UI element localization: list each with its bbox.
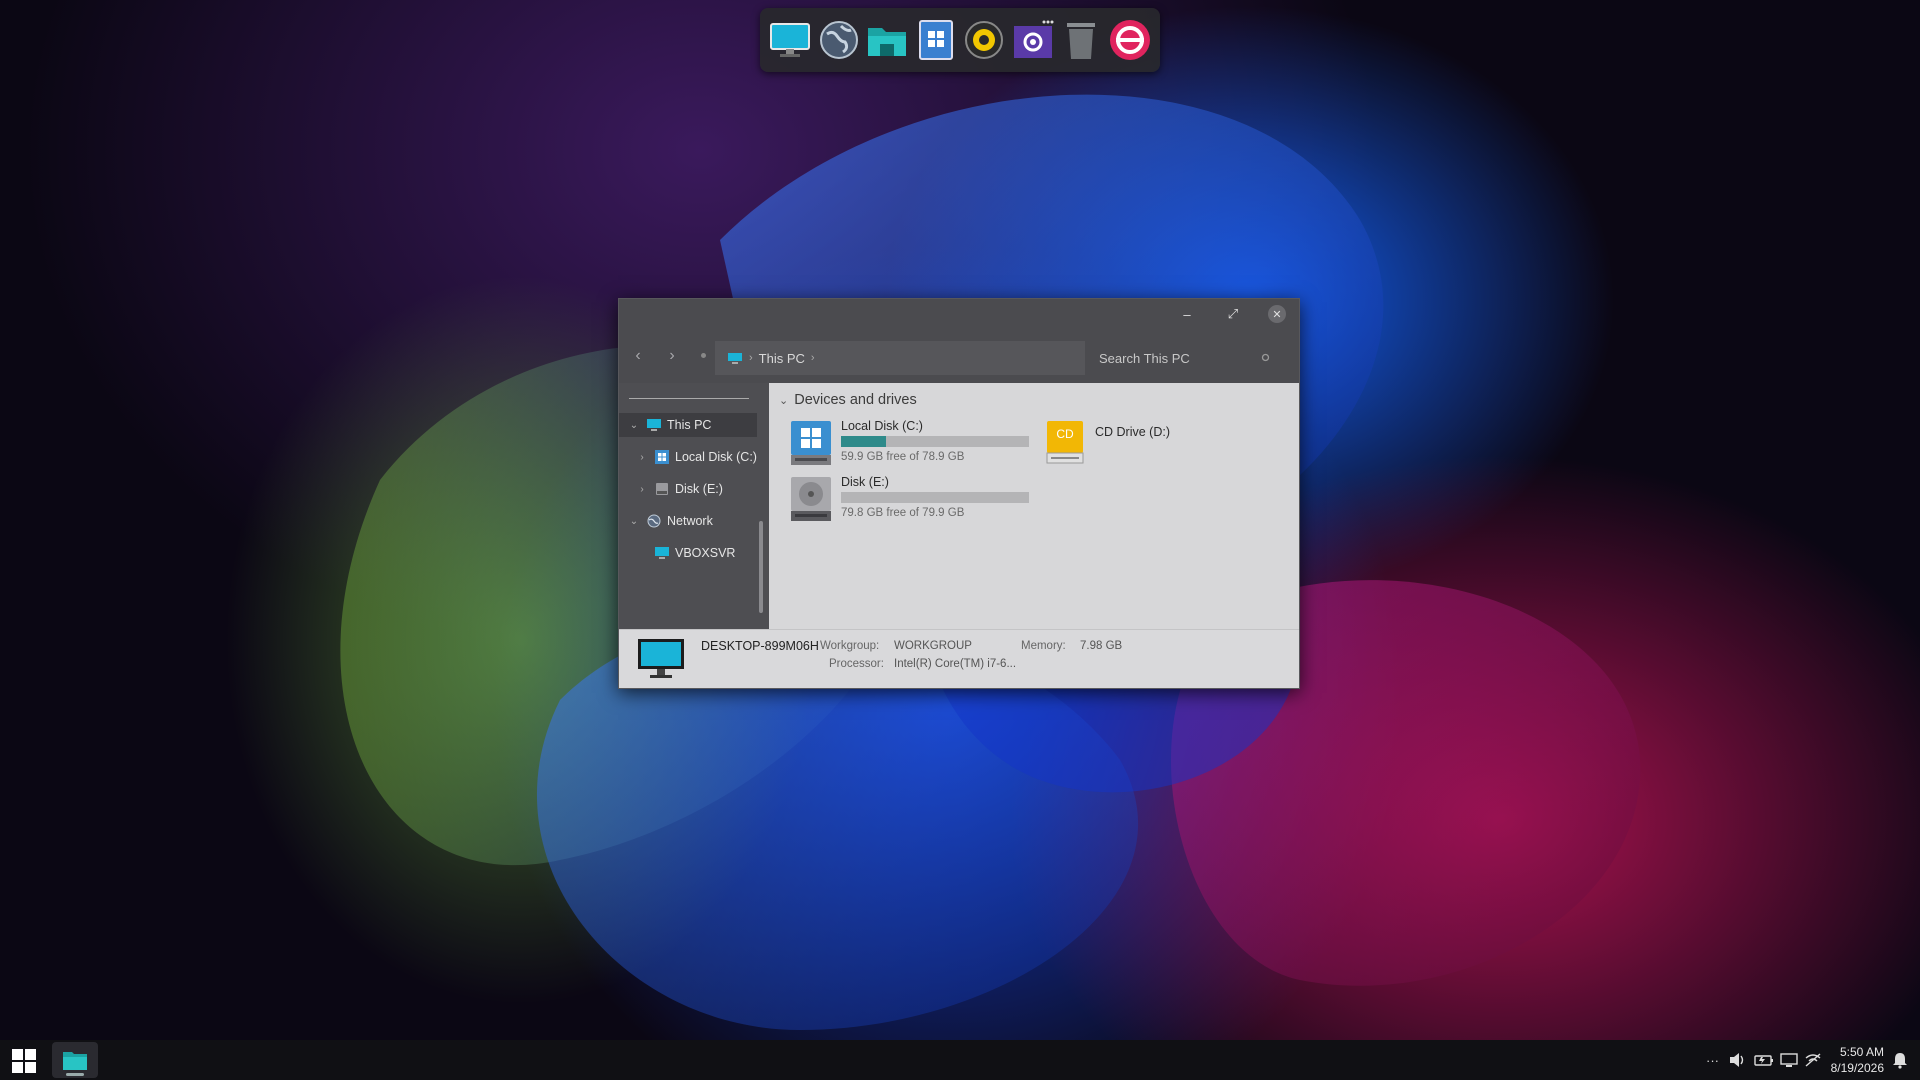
folder-icon[interactable] [865, 18, 909, 62]
chevron-down-icon[interactable]: ⌄ [627, 516, 641, 527]
drive-disk-e[interactable]: Disk (E:) 79.8 GB free of 79.9 GB [789, 475, 1029, 523]
sidebar-item-this-pc[interactable]: ⌄ This PC [619, 413, 757, 437]
file-explorer-window: – ⤢ ✕ ‹ › › This PC › Search This PC ⌄ T… [618, 298, 1300, 689]
windows-drive-icon [791, 421, 831, 465]
memory-label: Memory: [1021, 640, 1066, 652]
drive-cd-d[interactable]: CD CD Drive (D:) [1043, 419, 1170, 467]
memory-value: 7.98 GB [1080, 640, 1123, 652]
globe-icon[interactable] [817, 18, 861, 62]
computer-name: DESKTOP-899M06H [701, 639, 819, 653]
processor-label: Processor: [829, 658, 884, 670]
sidebar-item-label: Network [667, 514, 713, 528]
workgroup-label: Workgroup: [820, 640, 880, 652]
up-button[interactable] [701, 353, 706, 358]
workgroup-value: WORKGROUP [894, 640, 972, 652]
details-pane: DESKTOP-899M06H Workgroup: WORKGROUP Mem… [619, 629, 1299, 688]
network-drive-icon [655, 547, 669, 559]
sidebar-item-label: Disk (E:) [675, 482, 723, 496]
close-button[interactable]: ✕ [1268, 305, 1286, 323]
taskbar-file-explorer[interactable] [52, 1042, 98, 1078]
drive-free-space: 79.8 GB free of 79.9 GB [841, 507, 965, 519]
chevron-down-icon[interactable]: ⌄ [627, 420, 641, 431]
computer-icon [638, 639, 684, 678]
drive-name: Local Disk (C:) [841, 419, 923, 433]
volume-icon[interactable] [1728, 1040, 1746, 1080]
chevron-right-icon[interactable]: › [811, 352, 815, 364]
refresh-app-icon[interactable] [1108, 18, 1152, 62]
search-icon[interactable] [1261, 353, 1271, 363]
sidebar-item-label: This PC [667, 418, 712, 432]
sidebar-item-disk-e[interactable]: › Disk (E:) [635, 477, 723, 501]
group-title: Devices and drives [794, 392, 917, 408]
search-input[interactable]: Search This PC [1099, 351, 1261, 366]
display-icon[interactable] [1780, 1040, 1798, 1080]
windows-store-icon[interactable] [914, 18, 958, 62]
sidebar-item-vboxsvr[interactable]: VBOXSVR [649, 541, 735, 565]
drive-local-disk-c[interactable]: Local Disk (C:) 59.9 GB free of 78.9 GB [789, 419, 1029, 467]
chevron-right-icon[interactable]: › [635, 484, 649, 495]
processor-value: Intel(R) Core(TM) i7-6... [894, 658, 1017, 670]
chevron-right-icon: › [749, 352, 753, 364]
chevron-right-icon[interactable]: › [635, 452, 649, 463]
drive-name: CD Drive (D:) [1095, 425, 1170, 439]
clock[interactable]: 5:50 AM 8/19/2026 [1820, 1044, 1884, 1076]
sidebar-item-label: Local Disk (C:) [675, 450, 757, 464]
active-indicator [66, 1073, 84, 1076]
scrollbar-thumb[interactable] [759, 521, 763, 613]
cd-badge: CD [1056, 427, 1074, 441]
sidebar-item-local-disk-c[interactable]: › Local Disk (C:) [635, 445, 757, 469]
drive-usage-bar [841, 492, 1029, 503]
pc-icon [647, 419, 661, 431]
forward-button[interactable]: › [663, 347, 681, 365]
breadcrumb-this-pc[interactable]: This PC [759, 351, 805, 366]
hard-drive-icon [791, 477, 831, 521]
title-bar[interactable]: – ⤢ ✕ [619, 299, 1299, 329]
audio-player-icon[interactable] [962, 18, 1006, 62]
notification-bell-icon[interactable] [1892, 1040, 1908, 1080]
sidebar-scrollbar[interactable] [757, 383, 765, 630]
navigation-pane: ⌄ This PC › Local Disk (C:) › Disk (E:) … [619, 383, 769, 630]
navigation-bar: ‹ › › This PC › Search This PC [619, 329, 1299, 383]
battery-icon[interactable] [1754, 1040, 1774, 1080]
folder-icon [63, 1052, 87, 1070]
tray-overflow-button[interactable]: ··· [1706, 1040, 1719, 1080]
monitor-icon[interactable] [768, 18, 812, 62]
content-pane: ⌄ Devices and drives Local Disk (C:) 59.… [769, 383, 1299, 630]
chevron-down-icon[interactable]: ⌄ [779, 394, 788, 407]
address-bar[interactable]: › This PC › [715, 341, 1085, 375]
pc-icon [728, 353, 742, 364]
drive-usage-bar [841, 436, 1029, 447]
sidebar-item-label: VBOXSVR [675, 546, 736, 560]
windows-drive-icon [655, 450, 669, 464]
clock-time: 5:50 AM [1839, 1045, 1884, 1059]
trash-icon[interactable] [1059, 18, 1103, 62]
group-header-devices[interactable]: ⌄ Devices and drives [779, 392, 917, 408]
settings-icon[interactable] [1011, 18, 1055, 62]
dock [760, 8, 1160, 72]
minimize-button[interactable]: – [1176, 303, 1198, 325]
back-button[interactable]: ‹ [629, 347, 647, 365]
search-box[interactable]: Search This PC [1087, 341, 1283, 375]
maximize-button[interactable]: ⤢ [1222, 303, 1244, 325]
windows-start-icon[interactable] [12, 1049, 36, 1073]
drive-name: Disk (E:) [841, 475, 889, 489]
drive-free-space: 59.9 GB free of 78.9 GB [841, 451, 965, 463]
clock-date: 8/19/2026 [1830, 1061, 1884, 1075]
taskbar: ··· 5:50 AM 8/19/2026 [0, 1040, 1920, 1080]
sidebar-item-network[interactable]: ⌄ Network [627, 509, 713, 533]
network-globe-icon [647, 514, 661, 528]
hard-drive-icon [656, 483, 668, 495]
divider [629, 398, 749, 399]
drive-usage-fill [841, 436, 887, 447]
